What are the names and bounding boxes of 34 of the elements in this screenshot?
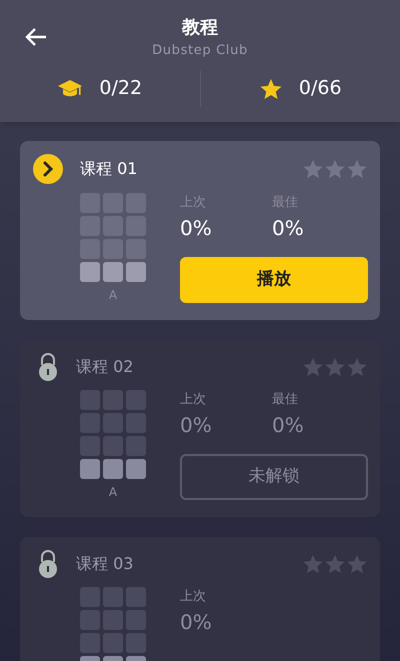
locked-button[interactable]: 未解锁 (180, 454, 368, 500)
last-score: 0% (180, 412, 213, 438)
star-icon (324, 158, 346, 180)
star-icon (258, 76, 283, 100)
best-score-label: 最佳 (272, 391, 299, 409)
pad-grid-icon (80, 587, 146, 661)
star-icon (346, 553, 368, 575)
lesson-title: 课程 03 (76, 553, 134, 575)
grade-label: A (108, 484, 118, 501)
star-icon (346, 158, 368, 180)
star-icon (302, 553, 324, 575)
page-title: 教程 (182, 16, 218, 40)
best-score: 0% (272, 214, 304, 242)
pad-grid-icon (80, 390, 146, 479)
last-score-label: 上次 (180, 588, 207, 606)
best-score: 0% (272, 412, 304, 438)
back-arrow-icon[interactable] (25, 27, 47, 47)
stat-value: 0/22 (99, 76, 142, 102)
star-icon (324, 553, 346, 575)
play-button[interactable]: 播放 (180, 256, 368, 302)
lesson-title: 课程 01 (80, 158, 138, 180)
lesson-card[interactable]: 课程 03 上次 0% (20, 537, 380, 661)
graduation-cap-icon (57, 78, 84, 98)
star-icon (324, 356, 346, 378)
star-icon (302, 158, 324, 180)
star-icon (346, 356, 368, 378)
pad-grid-icon (80, 193, 146, 282)
last-score: 0% (180, 214, 213, 242)
star-icon (302, 356, 324, 378)
last-score: 0% (180, 608, 213, 636)
last-score-label: 上次 (180, 391, 207, 409)
page-subtitle: Dubstep Club (152, 42, 248, 60)
lesson-title: 课程 02 (76, 356, 134, 378)
stat-value: 0/66 (298, 76, 342, 102)
